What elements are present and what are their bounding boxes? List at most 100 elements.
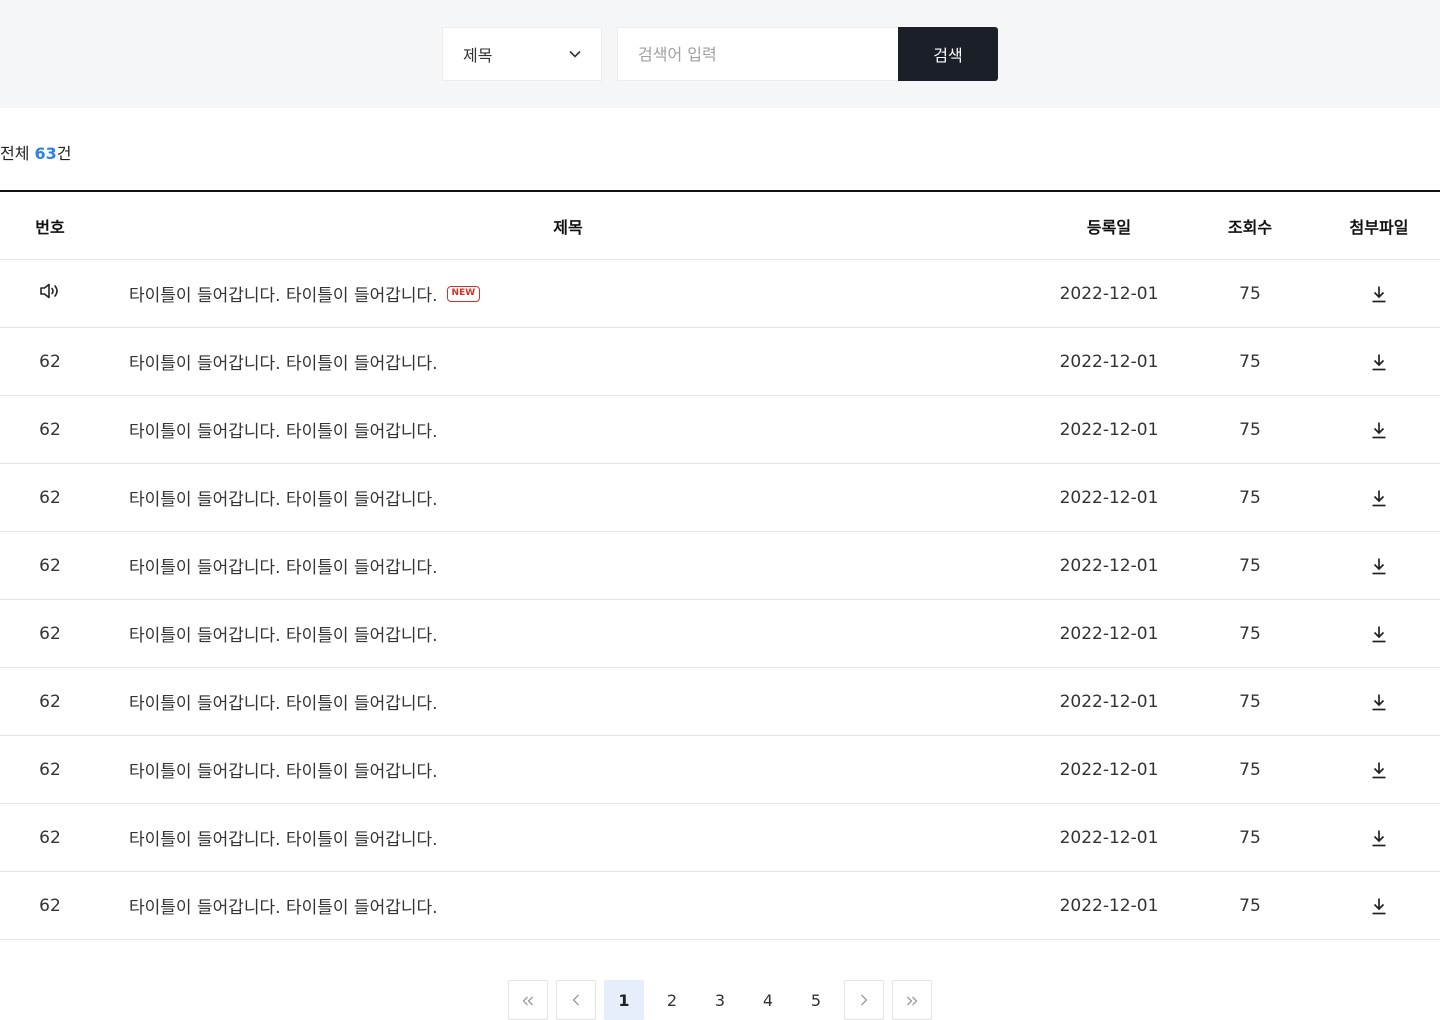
double-chevron-left-icon xyxy=(522,991,534,1010)
row-no xyxy=(0,260,100,327)
pagination: 12345 xyxy=(508,980,932,1020)
row-title-link[interactable]: 타이틀이 들어갑니다. 타이틀이 들어갑니다. xyxy=(129,621,438,646)
header-no: 번호 xyxy=(35,217,65,237)
search-type-select[interactable]: 제목 xyxy=(442,27,602,81)
row-title-link[interactable]: 타이틀이 들어갑니다. 타이틀이 들어갑니다. xyxy=(129,485,438,510)
row-views: 75 xyxy=(1239,419,1261,440)
row-date: 2022-12-01 xyxy=(1059,351,1159,372)
page-button-3[interactable]: 3 xyxy=(700,980,740,1020)
download-icon[interactable] xyxy=(1367,350,1391,374)
row-date: 2022-12-01 xyxy=(1059,487,1159,508)
row-no: 62 xyxy=(39,691,61,712)
page-button-1[interactable]: 1 xyxy=(604,980,644,1020)
row-file-cell xyxy=(1318,328,1440,395)
row-file-cell xyxy=(1318,804,1440,871)
row-no: 62 xyxy=(39,487,61,508)
search-input[interactable] xyxy=(617,27,899,81)
table-row: 62 타이틀이 들어갑니다. 타이틀이 들어갑니다. 2022-12-01 75 xyxy=(0,328,1440,396)
table-row: 62 타이틀이 들어갑니다. 타이틀이 들어갑니다. 2022-12-01 75 xyxy=(0,396,1440,464)
row-views: 75 xyxy=(1239,623,1261,644)
table-row: 62 타이틀이 들어갑니다. 타이틀이 들어갑니다. 2022-12-01 75 xyxy=(0,668,1440,736)
total-count-suffix: 건 xyxy=(56,144,72,163)
page-numbers: 12345 xyxy=(604,980,836,1020)
search-button[interactable]: 검색 xyxy=(898,27,998,81)
row-file-cell xyxy=(1318,668,1440,735)
download-icon[interactable] xyxy=(1367,826,1391,850)
table-row: 62 타이틀이 들어갑니다. 타이틀이 들어갑니다. 2022-12-01 75 xyxy=(0,872,1440,940)
row-title-cell: 타이틀이 들어갑니다. 타이틀이 들어갑니다. xyxy=(100,872,1036,939)
row-date: 2022-12-01 xyxy=(1059,555,1159,576)
next-page-button[interactable] xyxy=(844,980,884,1020)
row-no: 62 xyxy=(39,351,61,372)
total-count: 전체 63건 xyxy=(0,140,72,164)
page-button-5[interactable]: 5 xyxy=(796,980,836,1020)
row-views: 75 xyxy=(1239,283,1261,304)
header-views: 조회수 xyxy=(1227,217,1273,237)
chevron-down-icon xyxy=(569,50,581,58)
last-page-button[interactable] xyxy=(892,980,932,1020)
table-row: 62 타이틀이 들어갑니다. 타이틀이 들어갑니다. 2022-12-01 75 xyxy=(0,600,1440,668)
speaker-icon xyxy=(39,282,61,305)
table-row: 타이틀이 들어갑니다. 타이틀이 들어갑니다. NEW 2022-12-01 75 xyxy=(0,260,1440,328)
page-button-4[interactable]: 4 xyxy=(748,980,788,1020)
row-title-link[interactable]: 타이틀이 들어갑니다. 타이틀이 들어갑니다. xyxy=(129,349,438,374)
search-type-value: 제목 xyxy=(463,46,493,65)
total-count-number: 63 xyxy=(34,144,57,163)
new-badge: NEW xyxy=(446,285,481,302)
total-count-prefix: 전체 xyxy=(0,144,35,163)
table-row: 62 타이틀이 들어갑니다. 타이틀이 들어갑니다. 2022-12-01 75 xyxy=(0,464,1440,532)
row-views: 75 xyxy=(1239,555,1261,576)
row-date: 2022-12-01 xyxy=(1059,283,1159,304)
row-title-link[interactable]: 타이틀이 들어갑니다. 타이틀이 들어갑니다. xyxy=(129,893,438,918)
row-views: 75 xyxy=(1239,827,1261,848)
row-date: 2022-12-01 xyxy=(1059,895,1159,916)
row-date: 2022-12-01 xyxy=(1059,759,1159,780)
row-title-cell: 타이틀이 들어갑니다. 타이틀이 들어갑니다. xyxy=(100,396,1036,463)
row-file-cell xyxy=(1318,600,1440,667)
download-icon[interactable] xyxy=(1367,894,1391,918)
download-icon[interactable] xyxy=(1367,282,1391,306)
row-title-link[interactable]: 타이틀이 들어갑니다. 타이틀이 들어갑니다. xyxy=(129,417,438,442)
table-row: 62 타이틀이 들어갑니다. 타이틀이 들어갑니다. 2022-12-01 75 xyxy=(0,804,1440,872)
prev-page-button[interactable] xyxy=(556,980,596,1020)
header-date: 등록일 xyxy=(1086,217,1132,237)
row-date: 2022-12-01 xyxy=(1059,623,1159,644)
row-views: 75 xyxy=(1239,691,1261,712)
page-button-2[interactable]: 2 xyxy=(652,980,692,1020)
chevron-left-icon xyxy=(572,991,580,1010)
first-page-button[interactable] xyxy=(508,980,548,1020)
row-file-cell xyxy=(1318,396,1440,463)
row-no: 62 xyxy=(39,827,61,848)
row-file-cell xyxy=(1318,872,1440,939)
row-title-link[interactable]: 타이틀이 들어갑니다. 타이틀이 들어갑니다. xyxy=(129,689,438,714)
row-no: 62 xyxy=(39,623,61,644)
row-views: 75 xyxy=(1239,487,1261,508)
row-title-link[interactable]: 타이틀이 들어갑니다. 타이틀이 들어갑니다. xyxy=(129,825,438,850)
row-title-link[interactable]: 타이틀이 들어갑니다. 타이틀이 들어갑니다. xyxy=(129,553,438,578)
row-title-cell: 타이틀이 들어갑니다. 타이틀이 들어갑니다. xyxy=(100,464,1036,531)
row-views: 75 xyxy=(1239,895,1261,916)
download-icon[interactable] xyxy=(1367,554,1391,578)
row-title-cell: 타이틀이 들어갑니다. 타이틀이 들어갑니다. NEW xyxy=(100,260,1036,327)
row-title-cell: 타이틀이 들어갑니다. 타이틀이 들어갑니다. xyxy=(100,668,1036,735)
row-file-cell xyxy=(1318,260,1440,327)
row-no: 62 xyxy=(39,895,61,916)
download-icon[interactable] xyxy=(1367,418,1391,442)
search-area: 제목 검색 xyxy=(0,0,1440,108)
download-icon[interactable] xyxy=(1367,486,1391,510)
row-title-cell: 타이틀이 들어갑니다. 타이틀이 들어갑니다. xyxy=(100,736,1036,803)
chevron-right-icon xyxy=(860,991,868,1010)
row-file-cell xyxy=(1318,464,1440,531)
row-file-cell xyxy=(1318,532,1440,599)
row-title-cell: 타이틀이 들어갑니다. 타이틀이 들어갑니다. xyxy=(100,804,1036,871)
download-icon[interactable] xyxy=(1367,758,1391,782)
row-title-cell: 타이틀이 들어갑니다. 타이틀이 들어갑니다. xyxy=(100,328,1036,395)
row-no: 62 xyxy=(39,759,61,780)
board-table: 번호 제목 등록일 조회수 첨부파일 타이틀이 들어갑니다. 타이틀이 들어갑니… xyxy=(0,190,1440,940)
row-title-link[interactable]: 타이틀이 들어갑니다. 타이틀이 들어갑니다. xyxy=(129,281,438,306)
download-icon[interactable] xyxy=(1367,690,1391,714)
row-date: 2022-12-01 xyxy=(1059,419,1159,440)
row-title-link[interactable]: 타이틀이 들어갑니다. 타이틀이 들어갑니다. xyxy=(129,757,438,782)
download-icon[interactable] xyxy=(1367,622,1391,646)
row-no: 62 xyxy=(39,419,61,440)
